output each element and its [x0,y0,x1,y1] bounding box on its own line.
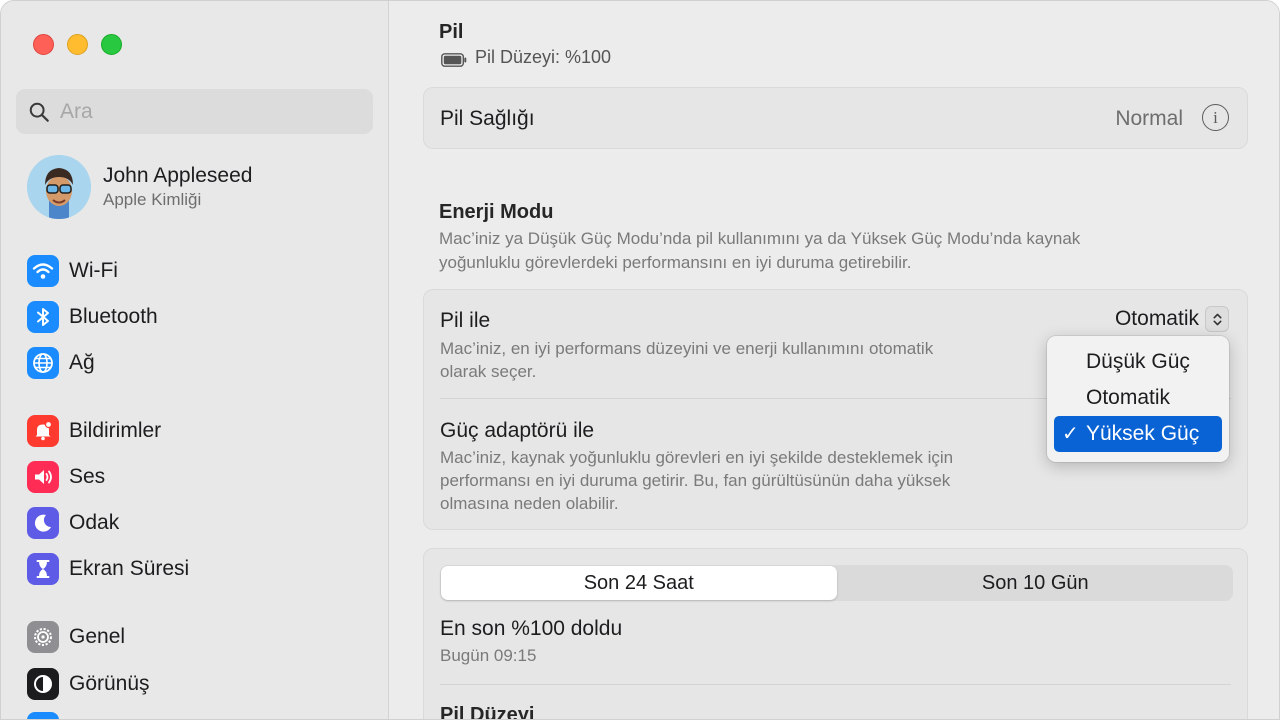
sidebar-item-screen-time[interactable]: Ekran Süresi [27,551,189,587]
divider [440,684,1231,685]
sidebar-item-label: Bildirimler [69,419,162,442]
battery-level-status: Pil Düzeyi: %100 [441,47,611,68]
chevron-up-down-icon [1205,306,1229,332]
speaker-icon [27,461,59,493]
menu-item-automatic[interactable]: Otomatik [1054,380,1222,416]
energy-mode-description: Mac’iniz ya Düşük Güç Modu’nda pil kulla… [439,227,1199,275]
avatar [27,155,91,219]
time-range-segmented-control: Son 24 Saat Son 10 Gün [440,565,1233,601]
sidebar-item-label: Ekran Süresi [69,557,190,580]
sidebar-item-wifi[interactable]: Wi-Fi [27,253,118,289]
battery-level-heading: Pil Düzeyi [440,704,535,720]
energy-mode-desc-line: yoğunluklu görevlerdeki performansını en… [439,253,912,272]
sidebar-item-label: Genel [69,625,126,648]
tab-last-10-days[interactable]: Son 10 Gün [838,565,1234,601]
checkmark-icon: ✓ [1062,423,1079,445]
battery-health-value: Normal [1115,107,1183,130]
sidebar-item-label: Bluetooth [69,305,158,328]
on-adapter-desc-line: olmasına neden olabilir. [440,494,619,513]
on-battery-desc-line: olarak seçer. [440,362,537,381]
hourglass-icon [27,553,59,585]
battery-health-card: Pil Sağlığı Normal i [423,87,1248,149]
sidebar-item-label: Odak [69,511,120,534]
sidebar-item-label: Ses [69,465,106,488]
sidebar-item-label: Görünüş [69,672,150,695]
on-adapter-desc-line: Mac’iniz, kaynak yoğunluklu görevleri en… [440,448,954,467]
sidebar-item-label: Ağ [69,351,95,374]
appearance-icon [27,668,59,700]
sidebar-item-notifications[interactable]: Bildirimler [27,413,161,449]
menu-item-label: Yüksek Güç [1086,422,1200,445]
battery-health-label: Pil Sağlığı [440,107,535,130]
search-field[interactable] [16,89,373,134]
menu-item-low-power[interactable]: Düşük Güç [1054,344,1222,380]
bluetooth-icon [27,301,59,333]
last-charged-title: En son %100 doldu [440,617,623,640]
bell-icon [27,415,59,447]
tab-last-24-hours[interactable]: Son 24 Saat [441,566,837,600]
sidebar-item-appearance[interactable]: Görünüş [27,666,150,702]
profile-name: John Appleseed [103,164,253,187]
battery-level-label: Pil Düzeyi: %100 [475,47,612,67]
battery-icon [441,51,467,67]
search-input[interactable] [60,99,350,124]
sidebar: John Appleseed Apple Kimliği Wi-Fi Bluet… [1,1,389,719]
minimize-button[interactable] [67,34,88,55]
on-adapter-desc-line: performansı en iyi duruma getirir. Bu, f… [440,471,951,490]
traffic-lights [33,34,122,55]
settings-window: John Appleseed Apple Kimliği Wi-Fi Bluet… [0,0,1280,720]
on-battery-description: Mac’iniz, en iyi performans düzeyini ve … [440,337,933,383]
on-battery-desc-line: Mac’iniz, en iyi performans düzeyini ve … [440,339,934,358]
moon-icon [27,507,59,539]
sidebar-item-sound[interactable]: Ses [27,459,105,495]
search-icon [29,102,49,122]
sidebar-item-label: Wi-Fi [69,259,118,282]
sidebar-item-bluetooth[interactable]: Bluetooth [27,299,158,335]
wifi-icon [27,255,59,287]
sidebar-item-network[interactable]: Ağ [27,345,95,381]
on-adapter-label: Güç adaptörü ile [440,419,595,442]
accessibility-icon [27,712,59,719]
battery-pane: Pil Pil Düzeyi: %100 Pil Sağlığı Normal … [390,1,1279,720]
sidebar-item-general[interactable]: Genel [27,619,125,655]
energy-mode-desc-line: Mac’iniz ya Düşük Güç Modu’nda pil kulla… [439,229,1081,248]
info-icon[interactable]: i [1202,104,1229,131]
sidebar-item-focus[interactable]: Odak [27,505,119,541]
menu-item-label: Otomatik [1086,386,1171,409]
profile-subtitle: Apple Kimliği [103,190,202,209]
menu-item-label: Düşük Güç [1086,350,1190,373]
menu-item-high-power[interactable]: ✓ Yüksek Güç [1054,416,1222,452]
on-battery-popup[interactable]: Otomatik [1115,306,1229,332]
usage-card: Son 24 Saat Son 10 Gün En son %100 doldu… [423,548,1248,720]
close-button[interactable] [33,34,54,55]
energy-mode-title: Enerji Modu [439,201,554,223]
globe-icon [27,347,59,379]
apple-id-profile[interactable]: John Appleseed Apple Kimliği [27,155,252,219]
last-charged-time: Bugün 09:15 [440,646,537,665]
on-battery-label: Pil ile [440,309,491,332]
on-battery-value: Otomatik [1114,307,1199,330]
energy-mode-menu: Düşük Güç Otomatik ✓ Yüksek Güç [1047,336,1229,462]
sidebar-item-partial [27,710,59,719]
zoom-button[interactable] [101,34,122,55]
gear-icon [27,621,59,653]
page-title: Pil [439,21,464,43]
on-adapter-description: Mac’iniz, kaynak yoğunluklu görevleri en… [440,446,953,515]
